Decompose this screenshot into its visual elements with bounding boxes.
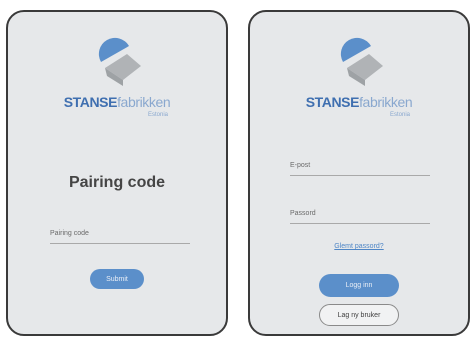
create-user-button[interactable]: Lag ny bruker xyxy=(319,304,399,326)
brand-name-bold: STANSE xyxy=(305,94,360,110)
email-placeholder: E-post xyxy=(290,162,311,169)
brand-tagline: Estonia xyxy=(147,112,168,118)
brand-logo-mark-icon xyxy=(340,37,383,86)
brand-logo: STANSEfabrikken Estonia xyxy=(250,36,468,136)
brand-tagline: Estonia xyxy=(389,112,410,118)
brand-logo-mark-icon xyxy=(98,37,141,86)
submit-button[interactable]: Submit xyxy=(90,269,144,289)
password-field[interactable]: Passord xyxy=(290,200,430,224)
login-button[interactable]: Logg inn xyxy=(319,274,399,297)
login-screen: STANSEfabrikken Estonia E-post Passord G… xyxy=(248,10,470,336)
screens-stage: STANSEfabrikken Estonia Pairing code Pai… xyxy=(0,0,471,345)
password-placeholder: Passord xyxy=(290,210,316,217)
email-field[interactable]: E-post xyxy=(290,152,430,176)
pairing-screen: STANSEfabrikken Estonia Pairing code Pai… xyxy=(6,10,228,336)
brand-name-light: fabrikken xyxy=(359,94,413,110)
forgot-password-link[interactable]: Glemt passord? xyxy=(250,243,468,250)
pairing-code-placeholder: Pairing code xyxy=(50,230,89,237)
brand-name: STANSEfabrikken xyxy=(8,94,226,110)
brand-logo: STANSEfabrikken Estonia xyxy=(8,36,226,136)
brand-name-light: fabrikken xyxy=(117,94,171,110)
page-title: Pairing code xyxy=(68,174,166,191)
brand-name: STANSEfabrikken xyxy=(250,94,468,110)
pairing-code-input[interactable]: Pairing code xyxy=(50,220,190,244)
brand-name-bold: STANSE xyxy=(63,94,118,110)
